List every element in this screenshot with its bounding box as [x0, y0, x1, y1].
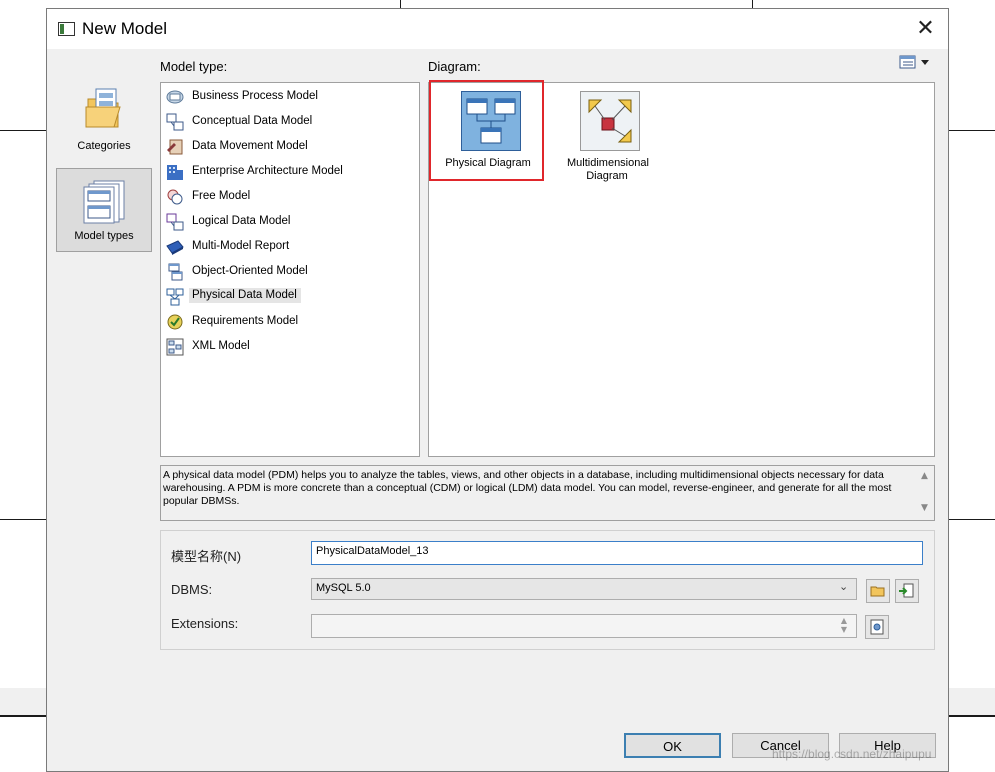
model-type-label: Enterprise Architecture Model [192, 165, 343, 177]
watermark: https://blog.csdn.net/zhaipupu [772, 747, 932, 761]
list-item[interactable]: Multi-Model Report [164, 236, 404, 258]
model-type-label: Model type: [160, 59, 228, 74]
free-model-icon [167, 189, 183, 205]
model-type-list[interactable]: Business Process Model Conceptual Data M… [160, 82, 420, 457]
background-line [0, 519, 47, 520]
model-types-icon [83, 180, 125, 224]
close-button[interactable]: ✕ [903, 14, 948, 44]
category-label: Categories [77, 140, 131, 152]
model-name-label: 模型名称(N) [171, 549, 242, 564]
background-line [0, 130, 47, 131]
list-item[interactable]: Object-Oriented Model [164, 261, 404, 283]
list-item[interactable]: Enterprise Architecture Model [164, 161, 404, 183]
multi-model-report-icon [166, 240, 184, 255]
model-type-label: Object-Oriented Model [192, 265, 308, 277]
model-type-label: Multi-Model Report [192, 240, 290, 252]
business-process-model-icon [166, 90, 184, 104]
category-label: Model types [74, 230, 134, 242]
list-item[interactable]: Logical Data Model [164, 211, 404, 233]
logical-data-model-icon [166, 213, 184, 231]
diagram-pane[interactable]: Physical Diagram Multidimensional Diagra… [428, 80, 935, 457]
model-type-label: Requirements Model [192, 315, 299, 327]
model-type-label: XML Model [192, 340, 250, 352]
diagram-label: Diagram: [428, 59, 481, 74]
import-icon [899, 583, 914, 598]
object-oriented-model-icon [168, 263, 183, 281]
chevron-down-icon[interactable]: ⌄ [839, 580, 848, 593]
model-type-label: Business Process Model [192, 90, 318, 102]
data-movement-model-icon [167, 139, 183, 155]
list-item[interactable]: Data Movement Model [164, 136, 404, 158]
list-item[interactable]: Free Model [164, 186, 404, 208]
background-line [948, 130, 995, 131]
model-type-label: Logical Data Model [192, 215, 291, 227]
view-mode-button[interactable] [899, 55, 933, 71]
folder-documents-icon [85, 88, 121, 128]
extensions-icon [870, 619, 884, 635]
conceptual-data-model-icon [166, 113, 184, 131]
background-panel [0, 688, 47, 716]
browse-folder-button[interactable] [866, 579, 890, 603]
window-icon [58, 22, 75, 36]
diagram-item-multidimensional[interactable]: Multidimensional Diagram [552, 87, 662, 187]
physical-diagram-icon [461, 91, 521, 151]
dbms-select[interactable]: MySQL 5.0 [311, 578, 857, 600]
dbms-label: DBMS: [171, 582, 213, 597]
list-item[interactable]: Conceptual Data Model [164, 111, 404, 133]
model-type-label: Conceptual Data Model [192, 115, 313, 127]
background-line [0, 715, 47, 717]
background-line [948, 715, 995, 717]
multidimensional-diagram-icon [580, 91, 640, 151]
diagram-item-physical[interactable]: Physical Diagram [433, 87, 543, 177]
enterprise-architecture-model-icon [167, 165, 183, 180]
list-view-icon [899, 55, 929, 69]
model-type-label: Data Movement Model [192, 140, 308, 152]
category-categories[interactable]: Categories [56, 77, 152, 161]
requirements-model-icon [167, 314, 183, 330]
model-type-label: Free Model [192, 190, 251, 202]
folder-icon [870, 586, 885, 597]
list-item[interactable]: Requirements Model [164, 311, 404, 333]
list-item[interactable]: Business Process Model [164, 86, 404, 108]
ok-button[interactable]: OK [624, 733, 721, 758]
new-model-dialog: New Model ✕ Categories Model types Model… [46, 8, 949, 772]
window-title: New Model [82, 19, 168, 38]
diagram-label: Physical Diagram [445, 157, 531, 169]
extensions-label: Extensions: [171, 616, 239, 631]
diagram-label: Multidimensional Diagram [567, 157, 649, 182]
physical-data-model-icon [166, 288, 184, 306]
description-box: A physical data model (PDM) helps you to… [160, 465, 935, 521]
category-model-types[interactable]: Model types [56, 168, 152, 252]
import-dbms-button[interactable] [895, 579, 919, 603]
scroll-up-icon[interactable]: ▲ [921, 471, 928, 481]
description-scrollbar[interactable]: ▲ ▼ [918, 467, 934, 519]
extensions-spinner[interactable]: ▲ ▼ [836, 616, 852, 636]
background-panel [948, 688, 995, 716]
list-item-selected[interactable]: Physical Data Model [164, 286, 404, 308]
xml-model-icon [166, 338, 184, 356]
list-item[interactable]: XML Model [164, 336, 404, 358]
title-bar[interactable]: New Model ✕ [47, 9, 948, 49]
extensions-field[interactable] [311, 614, 857, 638]
description-text: A physical data model (PDM) helps you to… [163, 469, 892, 507]
scroll-down-icon[interactable]: ▼ [921, 503, 928, 513]
model-type-label: Physical Data Model [189, 288, 301, 303]
select-extensions-button[interactable] [865, 615, 889, 639]
background-line [948, 519, 995, 520]
model-name-input[interactable]: PhysicalDataModel_13 [311, 541, 923, 565]
